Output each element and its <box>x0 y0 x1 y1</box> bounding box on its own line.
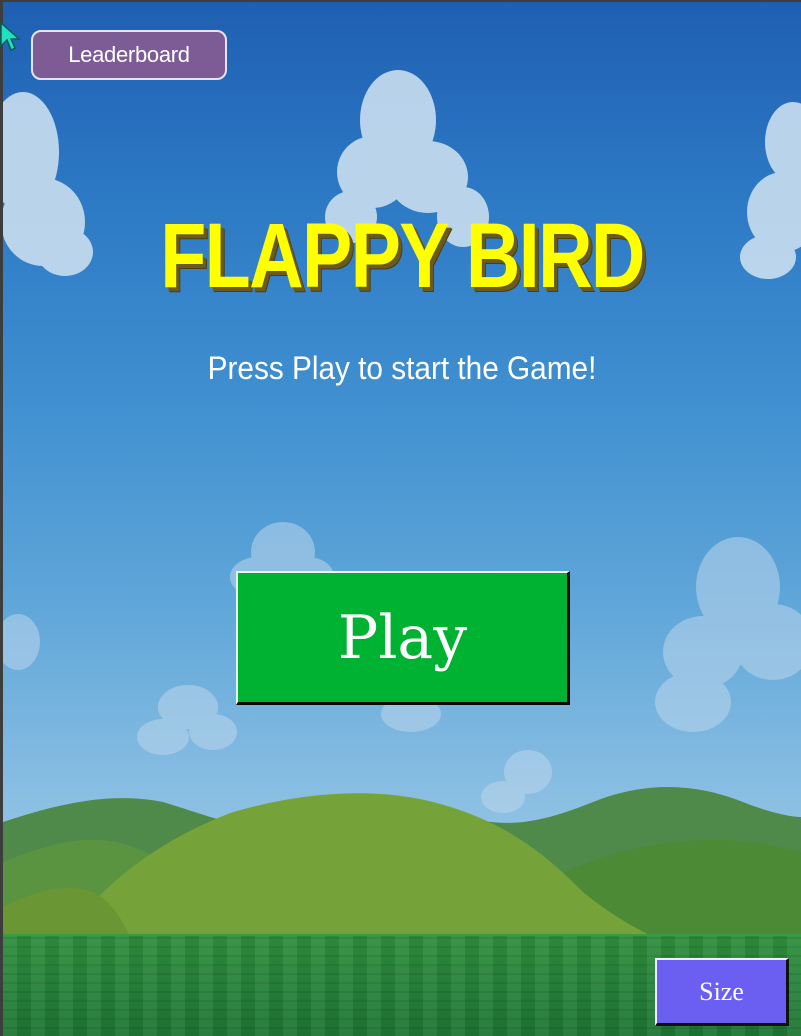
size-button[interactable]: Size <box>655 958 789 1026</box>
start-instructions: Press Play to start the Game! <box>207 350 597 386</box>
background-scene <box>3 70 801 942</box>
game-title: FLAPPY BIRD <box>160 205 645 307</box>
game-canvas[interactable]: Leaderboard FLAPPY BIRD Press Play to st… <box>3 2 801 1036</box>
mouse-pointer-icon <box>0 22 21 52</box>
play-button[interactable]: Play <box>236 571 570 705</box>
leaderboard-button[interactable]: Leaderboard <box>31 30 227 80</box>
